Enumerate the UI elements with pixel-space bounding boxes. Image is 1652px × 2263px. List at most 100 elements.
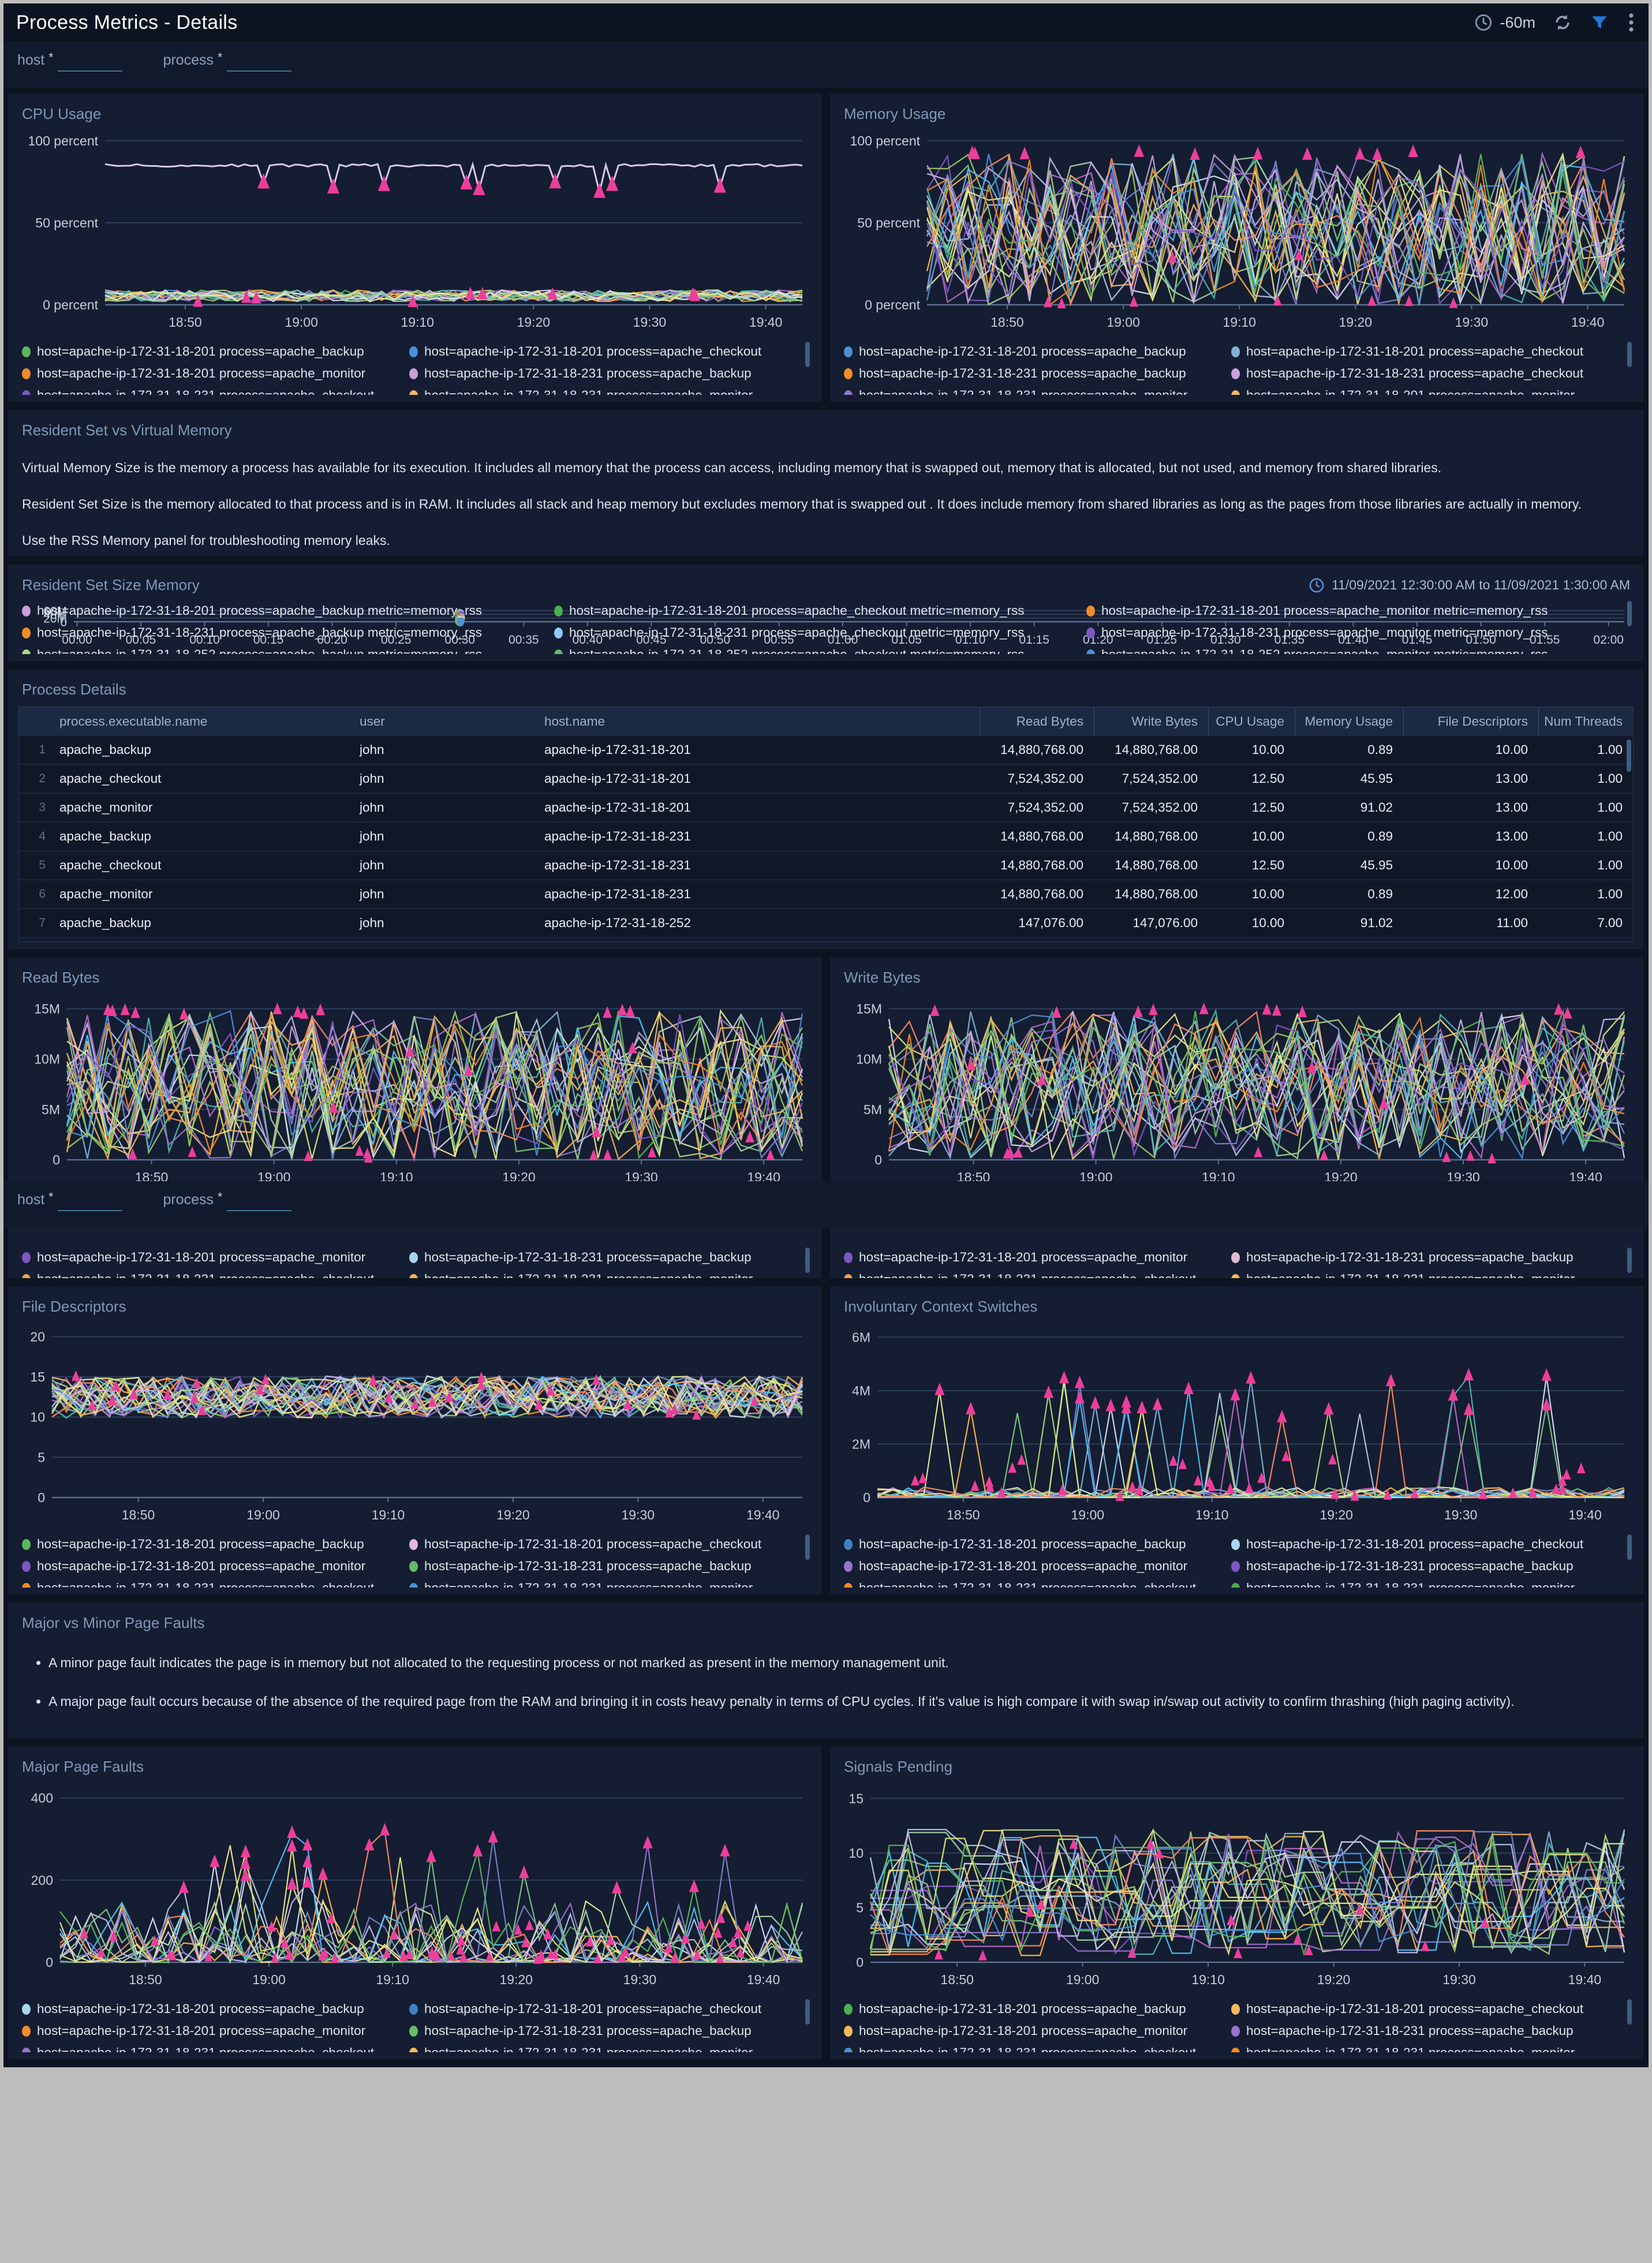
legend-item[interactable]: host=apache-ip-172-31-18-201 process=apa… xyxy=(22,1533,409,1555)
table-row[interactable]: 2apache_checkoutjohnapache-ip-172-31-18-… xyxy=(19,765,1633,794)
legend-scrollbar[interactable] xyxy=(805,1999,810,2025)
legend-item[interactable]: host=apache-ip-172-31-18-201 process=apa… xyxy=(22,1246,409,1268)
time-range-control[interactable]: -60m xyxy=(1474,13,1535,32)
legend-item[interactable]: host=apache-ip-172-31-18-231 process=apa… xyxy=(844,363,1231,384)
table-row[interactable]: 4apache_backupjohnapache-ip-172-31-18-23… xyxy=(19,823,1633,852)
legend-item[interactable]: host=apache-ip-172-31-18-231 process=apa… xyxy=(1231,1577,1619,1588)
legend-item[interactable]: host=apache-ip-172-31-18-231 process=apa… xyxy=(22,1577,409,1588)
legend-item[interactable]: host=apache-ip-172-31-18-201 process=apa… xyxy=(844,1533,1231,1555)
legend-item[interactable]: host=apache-ip-172-31-18-201 process=apa… xyxy=(22,2020,409,2042)
legend-item[interactable]: host=apache-ip-172-31-18-231 process=apa… xyxy=(409,1555,797,1577)
rss-memory-legend[interactable]: host=apache-ip-172-31-18-201 process=apa… xyxy=(18,595,1634,654)
signals-pending-legend[interactable]: host=apache-ip-172-31-18-201 process=apa… xyxy=(840,1993,1634,2052)
process-filter-input[interactable] xyxy=(227,51,291,72)
legend-item[interactable]: host=apache-ip-172-31-18-201 process=apa… xyxy=(1231,1998,1619,2020)
table-scrollbar[interactable] xyxy=(1627,740,1631,772)
legend-item[interactable]: host=apache-ip-172-31-18-231 process=apa… xyxy=(409,2042,797,2052)
legend-item[interactable]: host=apache-ip-172-31-18-201 process=apa… xyxy=(22,600,554,622)
legend-item[interactable]: host=apache-ip-172-31-18-231 process=apa… xyxy=(22,384,409,395)
cpu-usage-legend[interactable]: host=apache-ip-172-31-18-201 process=apa… xyxy=(18,336,812,395)
table-row[interactable]: 3apache_monitorjohnapache-ip-172-31-18-2… xyxy=(19,794,1633,823)
legend-item[interactable]: host=apache-ip-172-31-18-201 process=apa… xyxy=(1231,384,1619,395)
legend-item[interactable]: host=apache-ip-172-31-18-231 process=apa… xyxy=(1231,1268,1619,1278)
legend-item[interactable]: host=apache-ip-172-31-18-231 process=apa… xyxy=(409,2020,797,2042)
legend-scrollbar[interactable] xyxy=(1627,342,1632,367)
legend-item[interactable]: host=apache-ip-172-31-18-231 process=apa… xyxy=(844,1268,1231,1278)
column-header[interactable]: host.name xyxy=(534,714,980,729)
kebab-menu-icon[interactable] xyxy=(1627,12,1636,33)
legend-item[interactable]: host=apache-ip-172-31-18-231 process=apa… xyxy=(844,384,1231,395)
memory-usage-legend[interactable]: host=apache-ip-172-31-18-201 process=apa… xyxy=(840,336,1634,395)
major-page-faults-legend[interactable]: host=apache-ip-172-31-18-201 process=apa… xyxy=(18,1993,812,2052)
column-header[interactable]: user xyxy=(349,714,534,729)
legend-item[interactable]: host=apache-ip-172-31-18-252 process=apa… xyxy=(1086,644,1619,654)
legend-item[interactable]: host=apache-ip-172-31-18-231 process=apa… xyxy=(844,1577,1231,1588)
column-header[interactable]: File Descriptors xyxy=(1403,707,1538,736)
legend-item[interactable]: host=apache-ip-172-31-18-201 process=apa… xyxy=(844,1998,1231,2020)
ics-legend[interactable]: host=apache-ip-172-31-18-201 process=apa… xyxy=(840,1529,1634,1588)
legend-item[interactable]: host=apache-ip-172-31-18-231 process=apa… xyxy=(554,622,1086,644)
legend-item[interactable]: host=apache-ip-172-31-18-231 process=apa… xyxy=(844,2042,1231,2052)
refresh-icon[interactable] xyxy=(1553,13,1572,32)
read-bytes-chart[interactable]: 05M10M15M18:5019:0019:1019:2019:3019:40 xyxy=(18,988,812,1191)
legend-item[interactable]: host=apache-ip-172-31-18-231 process=apa… xyxy=(409,384,797,395)
host-filter-input[interactable] xyxy=(58,51,122,72)
legend-item[interactable]: host=apache-ip-172-31-18-201 process=apa… xyxy=(1231,1533,1619,1555)
legend-scrollbar[interactable] xyxy=(805,342,810,367)
major-page-faults-chart[interactable]: 020040018:5019:0019:1019:2019:3019:40 xyxy=(18,1777,812,1993)
process-table-body[interactable]: 1apache_backupjohnapache-ip-172-31-18-20… xyxy=(19,736,1633,942)
legend-item[interactable]: host=apache-ip-172-31-18-201 process=apa… xyxy=(22,1998,409,2020)
write-bytes-chart[interactable]: 05M10M15M18:5019:0019:1019:2019:3019:40 xyxy=(840,988,1634,1191)
legend-item[interactable]: host=apache-ip-172-31-18-252 process=apa… xyxy=(22,644,554,654)
column-header[interactable]: Read Bytes xyxy=(980,707,1094,736)
legend-item[interactable]: host=apache-ip-172-31-18-231 process=apa… xyxy=(409,1577,797,1588)
table-row[interactable]: 7apache_backupjohnapache-ip-172-31-18-25… xyxy=(19,909,1633,938)
legend-item[interactable]: host=apache-ip-172-31-18-201 process=apa… xyxy=(409,341,797,363)
legend-item[interactable]: host=apache-ip-172-31-18-201 process=apa… xyxy=(22,1555,409,1577)
process-filter[interactable]: process * xyxy=(163,51,291,72)
table-row[interactable]: 1apache_backupjohnapache-ip-172-31-18-20… xyxy=(19,736,1633,765)
legend-item[interactable]: host=apache-ip-172-31-18-231 process=apa… xyxy=(1231,1555,1619,1577)
process-filter[interactable]: process * xyxy=(163,1190,291,1211)
write-bytes-legend[interactable]: host=apache-ip-172-31-18-201 process=apa… xyxy=(840,1242,1634,1278)
filter-icon[interactable] xyxy=(1590,13,1609,32)
legend-item[interactable]: host=apache-ip-172-31-18-201 process=apa… xyxy=(844,1555,1231,1577)
legend-item[interactable]: host=apache-ip-172-31-18-231 process=apa… xyxy=(22,2042,409,2052)
legend-item[interactable]: host=apache-ip-172-31-18-231 process=apa… xyxy=(409,363,797,384)
read-bytes-legend[interactable]: host=apache-ip-172-31-18-201 process=apa… xyxy=(18,1242,812,1278)
legend-scrollbar[interactable] xyxy=(1627,1534,1632,1560)
host-filter[interactable]: host * xyxy=(17,51,122,72)
column-header[interactable]: Write Bytes xyxy=(1094,707,1208,736)
column-header[interactable]: process.executable.name xyxy=(49,714,349,729)
legend-item[interactable]: host=apache-ip-172-31-18-201 process=apa… xyxy=(409,1998,797,2020)
legend-item[interactable]: host=apache-ip-172-31-18-201 process=apa… xyxy=(844,341,1231,363)
legend-scrollbar[interactable] xyxy=(1627,1999,1632,2025)
legend-item[interactable]: host=apache-ip-172-31-18-231 process=apa… xyxy=(409,1268,797,1278)
legend-item[interactable]: host=apache-ip-172-31-18-201 process=apa… xyxy=(554,600,1086,622)
host-filter-input[interactable] xyxy=(58,1190,122,1211)
legend-item[interactable]: host=apache-ip-172-31-18-231 process=apa… xyxy=(409,1246,797,1268)
table-row[interactable]: 6apache_monitorjohnapache-ip-172-31-18-2… xyxy=(19,880,1633,909)
signals-pending-chart[interactable]: 05101518:5019:0019:1019:2019:3019:40 xyxy=(840,1777,1634,1993)
legend-scrollbar[interactable] xyxy=(805,1534,810,1560)
legend-item[interactable]: host=apache-ip-172-31-18-231 process=apa… xyxy=(1231,2020,1619,2042)
legend-item[interactable]: host=apache-ip-172-31-18-201 process=apa… xyxy=(1086,600,1619,622)
legend-item[interactable]: host=apache-ip-172-31-18-201 process=apa… xyxy=(844,1246,1231,1268)
legend-item[interactable]: host=apache-ip-172-31-18-201 process=apa… xyxy=(844,2020,1231,2042)
cpu-usage-chart[interactable]: 0 percent50 percent100 percent18:5019:00… xyxy=(18,124,812,336)
legend-item[interactable]: host=apache-ip-172-31-18-201 process=apa… xyxy=(1231,341,1619,363)
legend-item[interactable]: host=apache-ip-172-31-18-231 process=apa… xyxy=(1231,2042,1619,2052)
legend-item[interactable]: host=apache-ip-172-31-18-231 process=apa… xyxy=(22,622,554,644)
process-filter-input[interactable] xyxy=(227,1190,291,1211)
ics-chart[interactable]: 02M4M6M18:5019:0019:1019:2019:3019:40 xyxy=(840,1317,1634,1529)
legend-item[interactable]: host=apache-ip-172-31-18-201 process=apa… xyxy=(22,363,409,384)
legend-item[interactable]: host=apache-ip-172-31-18-201 process=apa… xyxy=(22,341,409,363)
legend-item[interactable]: host=apache-ip-172-31-18-252 process=apa… xyxy=(554,644,1086,654)
legend-item[interactable]: host=apache-ip-172-31-18-231 process=apa… xyxy=(1231,1246,1619,1268)
legend-scrollbar[interactable] xyxy=(1627,601,1632,626)
legend-scrollbar[interactable] xyxy=(1627,1248,1632,1273)
legend-scrollbar[interactable] xyxy=(805,1248,810,1273)
file-descriptors-legend[interactable]: host=apache-ip-172-31-18-201 process=apa… xyxy=(18,1529,812,1588)
host-filter[interactable]: host * xyxy=(17,1190,122,1211)
legend-item[interactable]: host=apache-ip-172-31-18-231 process=apa… xyxy=(22,1268,409,1278)
